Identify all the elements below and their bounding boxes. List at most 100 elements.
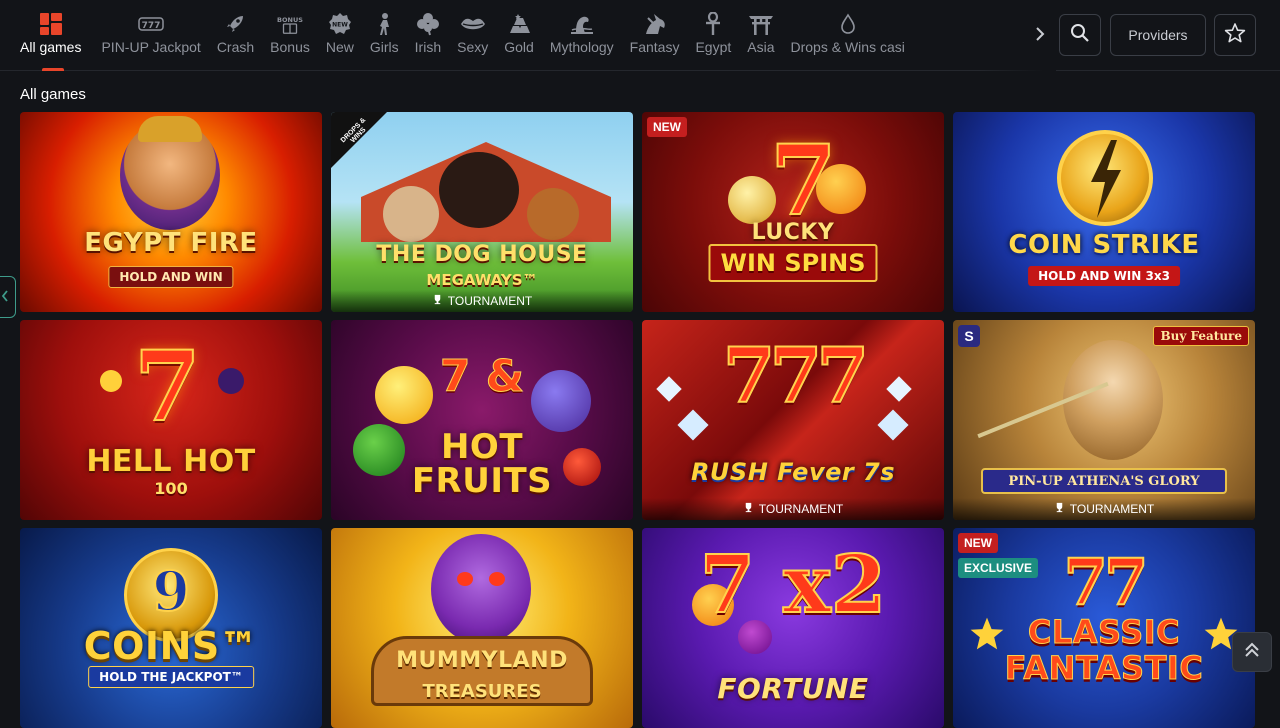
chevron-left-icon [1,289,9,305]
game-tile[interactable]: MUMMYLAND TREASURES [331,528,633,728]
ankh-icon [700,12,726,36]
new-badge: NEW [958,533,998,553]
game-subtitle: 7 x2 [699,536,888,632]
tab-label: Mythology [549,39,614,55]
tab-crash[interactable]: Crash [209,0,262,71]
game-title: HOT FRUITS [411,427,553,501]
game-subtitle: WIN SPINS [708,244,878,282]
game-tile[interactable]: S Buy Feature PIN-UP ATHENA'S GLORY TOUR… [953,320,1255,520]
tab-label: PIN-UP Jackpot [101,39,201,55]
tournament-label: TOURNAMENT [331,290,633,312]
game-title: HELL HOT [86,444,256,479]
tab-label: Sexy [457,39,489,55]
game-subtitle: HOLD AND WIN [108,266,234,288]
tab-pin-up-jackpot[interactable]: 777 PIN-UP Jackpot [93,0,208,71]
svg-text:BONUS: BONUS [277,16,303,24]
tab-label: All games [20,39,82,55]
tournament-label: TOURNAMENT [642,498,944,520]
tab-asia[interactable]: Asia [739,0,782,71]
game-title: COIN STRIKE [1008,230,1200,260]
tab-new[interactable]: NEW New [318,0,362,71]
game-tile[interactable]: 9 COINS™ HOLD THE JACKPOT™ [20,528,322,728]
exclusive-badge: EXCLUSIVE [958,558,1039,578]
game-tile[interactable]: COIN STRIKE HOLD AND WIN 3x3 [953,112,1255,312]
tab-label: Gold [504,39,534,55]
tab-all-games[interactable]: All games [0,0,93,71]
game-title: CLASSIC FANTASTIC [1004,613,1204,687]
game-tile[interactable]: 777 RUSH Fever 7s TOURNAMENT [642,320,944,520]
side-panel-toggle[interactable] [0,276,16,318]
tab-mythology[interactable]: Mythology [542,0,622,71]
tab-label: Crash [216,39,255,55]
category-tabs: All games 777 PIN-UP Jackpot Crash BONUS… [0,0,1056,71]
tab-label: Girls [369,39,399,55]
game-subtitle: 777 [722,330,871,421]
game-subtitle: 100 [154,479,188,498]
tournament-text: TOURNAMENT [1069,502,1155,516]
game-title: THE DOG HOUSE [376,242,588,267]
search-button[interactable] [1059,14,1101,56]
tab-label: New [325,39,354,55]
tab-label: Fantasy [629,39,680,55]
tab-egypt[interactable]: Egypt [687,0,739,71]
buy-feature-badge: Buy Feature [1153,326,1249,346]
tab-drops-wins[interactable]: Drops & Wins casi [783,0,913,71]
provider-mark: S [958,325,980,347]
tab-irish[interactable]: Irish [407,0,449,71]
favorites-button[interactable] [1214,14,1256,56]
providers-button[interactable]: Providers [1110,14,1206,56]
tab-gold[interactable]: Gold [496,0,542,71]
game-artwork: 7 [642,112,944,312]
mythology-icon [569,12,595,36]
scroll-to-top-button[interactable] [1232,632,1272,672]
game-title: COINS™ [83,624,259,668]
game-tile[interactable]: DROPS & WINS THE DOG HOUSE MEGAWAYS™ TOU… [331,112,633,312]
tab-label: Egypt [695,39,732,55]
game-tile[interactable]: 7 HELL HOT 100 [20,320,322,520]
lips-icon [460,12,486,36]
trophy-icon [432,294,443,308]
tab-label: Irish [414,39,442,55]
grid-icon [38,12,64,36]
top-navigation-bar: All games 777 PIN-UP Jackpot Crash BONUS… [0,0,1280,71]
double-chevron-up-icon [1244,641,1260,664]
tab-fantasy[interactable]: Fantasy [622,0,688,71]
trophy-icon [1054,502,1065,516]
jackpot-777-icon: 777 [138,12,164,36]
game-title: RUSH Fever 7s [690,458,896,486]
section-title: All games [20,86,86,103]
game-title: FORTUNE [717,672,869,705]
tab-label: Drops & Wins casi [790,39,905,55]
game-tile[interactable]: 7 NEW LUCKY WIN SPINS [642,112,944,312]
game-tile[interactable]: 7 x2 FORTUNE [642,528,944,728]
rocket-icon [222,12,248,36]
tournament-label: TOURNAMENT [953,498,1255,520]
game-tile[interactable]: NEW EXCLUSIVE 77 CLASSIC FANTASTIC [953,528,1255,728]
game-title: LUCKY [751,220,835,245]
game-tile[interactable]: 7 & HOT FRUITS [331,320,633,520]
games-grid: EGYPT FIRE HOLD AND WIN DROPS & WINS THE… [20,112,1256,728]
star-icon [1224,22,1246,49]
game-subtitle: 7 & [439,351,525,403]
gold-bars-icon [506,12,532,36]
game-top-number: 9 [151,558,191,624]
new-badge: NEW [647,117,687,137]
clover-icon [415,12,441,36]
game-subtitle: 77 [1062,544,1149,621]
new-badge-icon: NEW [327,12,353,36]
game-title: MUMMYLAND [396,648,568,673]
game-subtitle: MEGAWAYS™ [426,271,538,289]
girl-icon [371,12,397,36]
tournament-text: TOURNAMENT [447,294,533,308]
dragon-icon [642,12,668,36]
game-subtitle: TREASURES [422,681,542,702]
tab-girls[interactable]: Girls [362,0,407,71]
tab-bonus[interactable]: BONUS Bonus [262,0,318,71]
tab-label: Asia [747,39,775,55]
tab-sexy[interactable]: Sexy [449,0,496,71]
game-tile[interactable]: EGYPT FIRE HOLD AND WIN [20,112,322,312]
torii-gate-icon [748,12,774,36]
svg-text:NEW: NEW [332,22,348,29]
chevron-right-icon[interactable] [1030,22,1050,46]
drops-wins-icon [835,12,861,36]
